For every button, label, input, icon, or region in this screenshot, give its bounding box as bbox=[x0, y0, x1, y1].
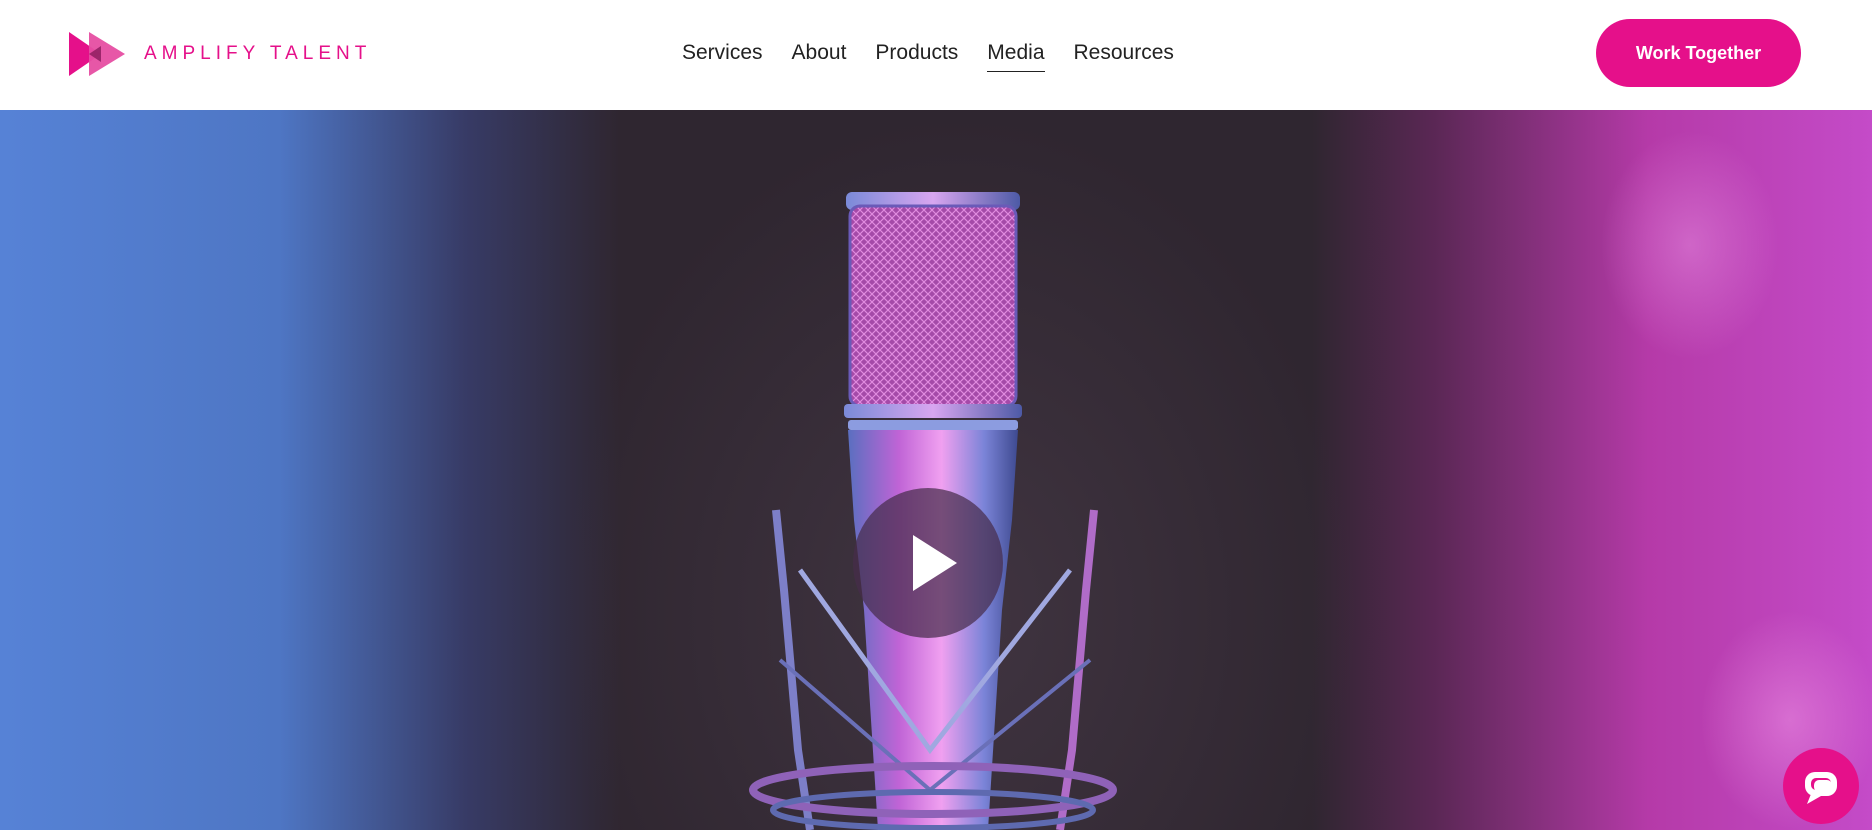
nav-item-services[interactable]: Services bbox=[682, 38, 763, 72]
play-button[interactable] bbox=[853, 488, 1003, 638]
hero-left-blue-light bbox=[0, 110, 620, 830]
chat-button[interactable] bbox=[1783, 748, 1859, 824]
nav-item-about[interactable]: About bbox=[792, 38, 847, 72]
play-icon bbox=[913, 535, 957, 591]
nav-item-products[interactable]: Products bbox=[875, 38, 958, 72]
main-nav: Services About Products Media Resources bbox=[682, 38, 1203, 78]
brand-name: AMPLIFY TALENT bbox=[144, 43, 372, 64]
site-header: AMPLIFY TALENT Services About Products M… bbox=[0, 0, 1872, 110]
chat-bubble-icon bbox=[1805, 772, 1837, 804]
work-together-button[interactable]: Work Together bbox=[1596, 19, 1801, 87]
fast-forward-triangles-icon bbox=[69, 32, 125, 76]
hero-video[interactable] bbox=[0, 110, 1872, 830]
logo[interactable]: AMPLIFY TALENT bbox=[69, 28, 371, 80]
hero-bokeh-highlight bbox=[1600, 130, 1780, 360]
nav-item-media[interactable]: Media bbox=[987, 38, 1045, 72]
nav-item-resources[interactable]: Resources bbox=[1074, 38, 1174, 72]
